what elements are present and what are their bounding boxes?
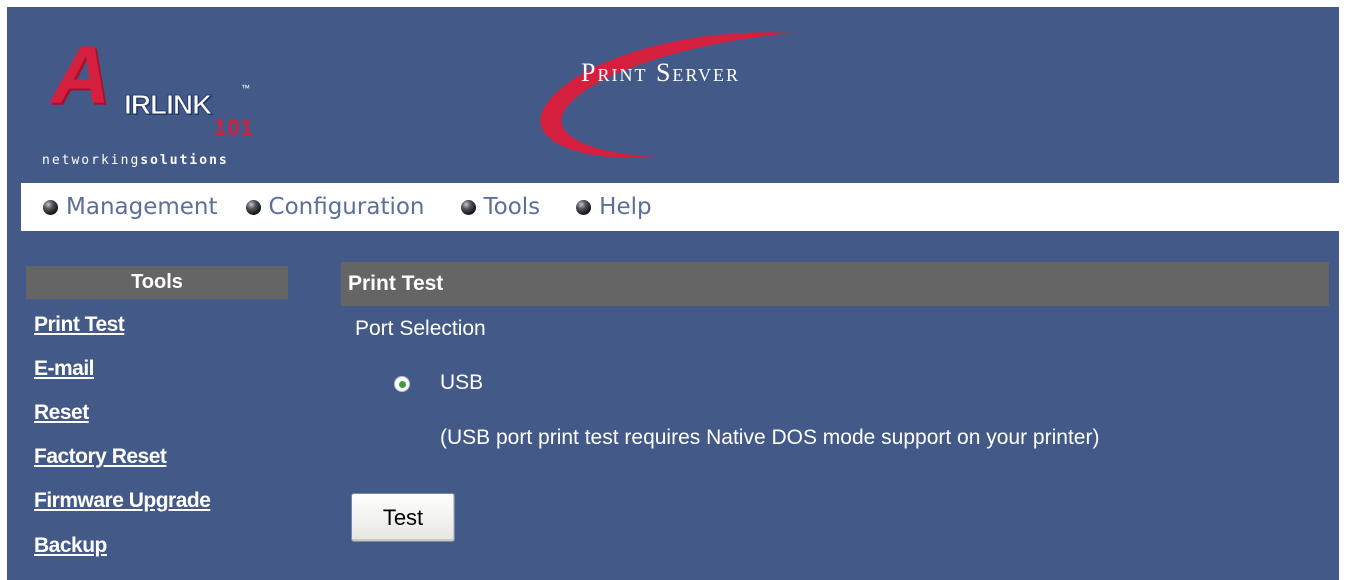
tagline-bold: solutions xyxy=(140,153,229,168)
nav-bullet-icon xyxy=(460,199,476,215)
sidebar-link-email[interactable]: E-mail xyxy=(34,357,95,381)
tagline: networkingsolutions xyxy=(42,153,229,168)
top-nav: Management Configuration Tools Help xyxy=(21,183,1339,231)
nav-configuration-label: Configuration xyxy=(268,194,425,220)
logo-number: 101 xyxy=(214,115,254,140)
logo-trademark: ™ xyxy=(241,83,250,93)
sidebar-link-reset[interactable]: Reset xyxy=(34,401,89,425)
tagline-light: networking xyxy=(42,153,141,168)
sidebar-link-backup[interactable]: Backup xyxy=(34,534,107,558)
nav-bullet-icon xyxy=(245,199,261,215)
nav-tools-label: Tools xyxy=(483,194,541,220)
nav-help-label: Help xyxy=(599,194,652,220)
nav-configuration[interactable]: Configuration xyxy=(245,194,425,220)
nav-management-label: Management xyxy=(66,194,218,220)
logo-wordmark: IRLINK xyxy=(123,89,212,121)
sidebar-title: Tools xyxy=(26,266,288,299)
swoosh-graphic xyxy=(540,32,792,158)
sidebar-link-firmware-upgrade[interactable]: Firmware Upgrade xyxy=(34,489,211,513)
usb-label: USB xyxy=(440,371,484,394)
logo-letter: A xyxy=(51,30,110,121)
section-title: Print Test xyxy=(341,262,1329,306)
sidebar-link-factory-reset[interactable]: Factory Reset xyxy=(34,445,167,469)
usb-note: (USB port print test requires Native DOS… xyxy=(440,426,1100,449)
sidebar-link-print-test[interactable]: Print Test xyxy=(34,313,125,337)
nav-help[interactable]: Help xyxy=(576,194,652,220)
nav-bullet-icon xyxy=(43,199,58,215)
nav-management[interactable]: Management xyxy=(43,194,218,220)
nav-bullet-icon xyxy=(576,199,592,215)
test-button[interactable]: Test xyxy=(351,493,455,542)
product-title: Print Server xyxy=(581,58,740,87)
port-selection-label: Port Selection xyxy=(355,317,486,340)
usb-radio[interactable] xyxy=(394,376,410,392)
page-frame: A IRLINK ™ 101 networkingsolutions Print… xyxy=(7,7,1339,580)
nav-tools[interactable]: Tools xyxy=(460,194,541,220)
